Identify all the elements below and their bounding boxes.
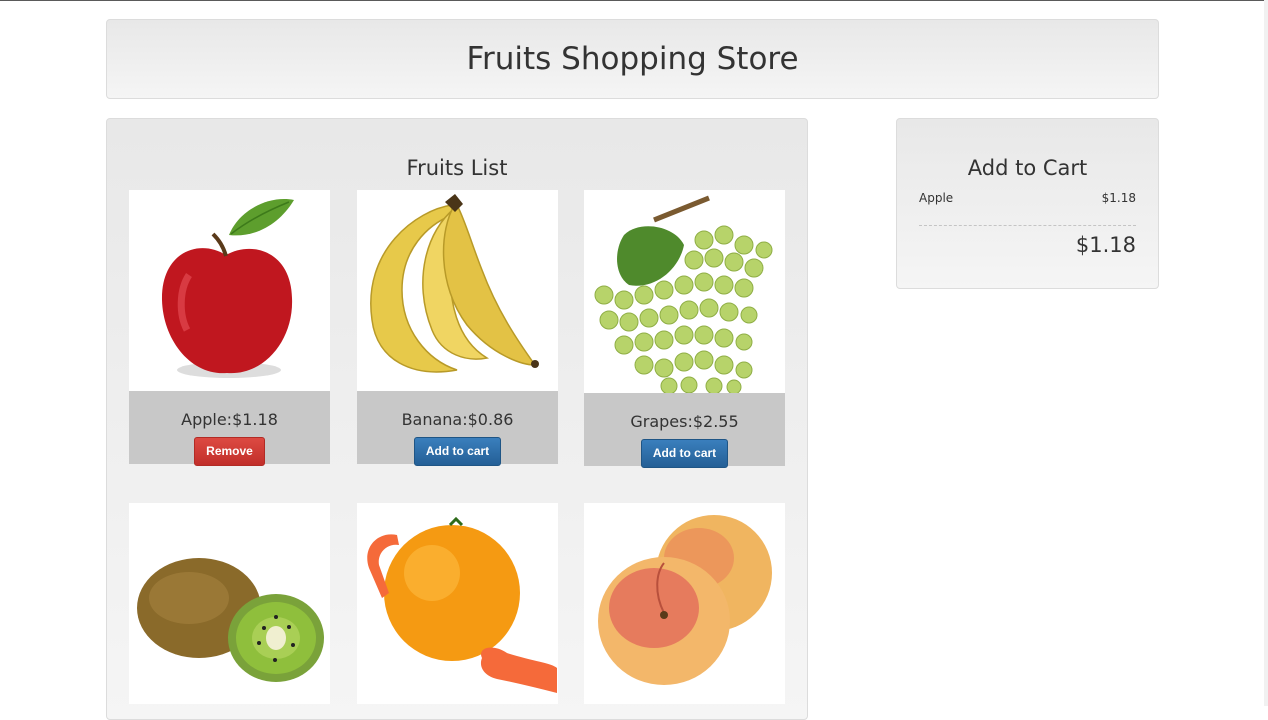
product-name-price: Banana:$0.86	[401, 410, 514, 429]
product-caption: Grapes:$2.55 Add to cart	[584, 393, 785, 468]
grapes-icon	[584, 190, 785, 393]
remove-button[interactable]: Remove	[194, 437, 265, 466]
orange-icon	[357, 503, 558, 704]
product-card-orange	[357, 503, 558, 704]
fruits-list-title: Fruits List	[406, 156, 508, 180]
banana-icon	[357, 190, 558, 391]
cart-total: $1.18	[1075, 233, 1136, 257]
product-name-price: Apple:$1.18	[181, 410, 278, 429]
cart-title: Add to Cart	[967, 156, 1088, 180]
product-card-banana: Banana:$0.86 Add to cart	[357, 190, 558, 466]
product-name-price: Grapes:$2.55	[630, 412, 739, 431]
add-to-cart-button[interactable]: Add to cart	[413, 437, 502, 466]
product-card-kiwi	[129, 503, 330, 704]
apple-icon	[129, 190, 330, 391]
cart-divider	[919, 225, 1136, 226]
kiwi-icon	[129, 503, 330, 704]
product-caption: Banana:$0.86 Add to cart	[357, 391, 558, 466]
cart-item-price: $1.18	[1101, 191, 1136, 205]
product-card-apple: Apple:$1.18 Remove	[129, 190, 330, 466]
page-title: Fruits Shopping Store	[466, 41, 799, 77]
product-card-grapes: Grapes:$2.55 Add to cart	[584, 190, 785, 468]
fruits-list-panel: Fruits List Apple:$1.18 Remove Banana:$0…	[106, 118, 808, 720]
cart-item-name: Apple	[919, 191, 954, 205]
scrollbar-track	[1264, 0, 1268, 706]
cart-item-row: Apple $1.18	[919, 191, 1136, 205]
peach-icon	[584, 503, 785, 704]
product-caption: Apple:$1.18 Remove	[129, 391, 330, 466]
window-top-border	[0, 0, 1268, 1]
add-to-cart-button[interactable]: Add to cart	[640, 439, 729, 468]
product-card-peach	[584, 503, 785, 704]
header-banner: Fruits Shopping Store	[106, 19, 1159, 99]
cart-panel: Add to Cart Apple $1.18 $1.18	[896, 118, 1159, 289]
